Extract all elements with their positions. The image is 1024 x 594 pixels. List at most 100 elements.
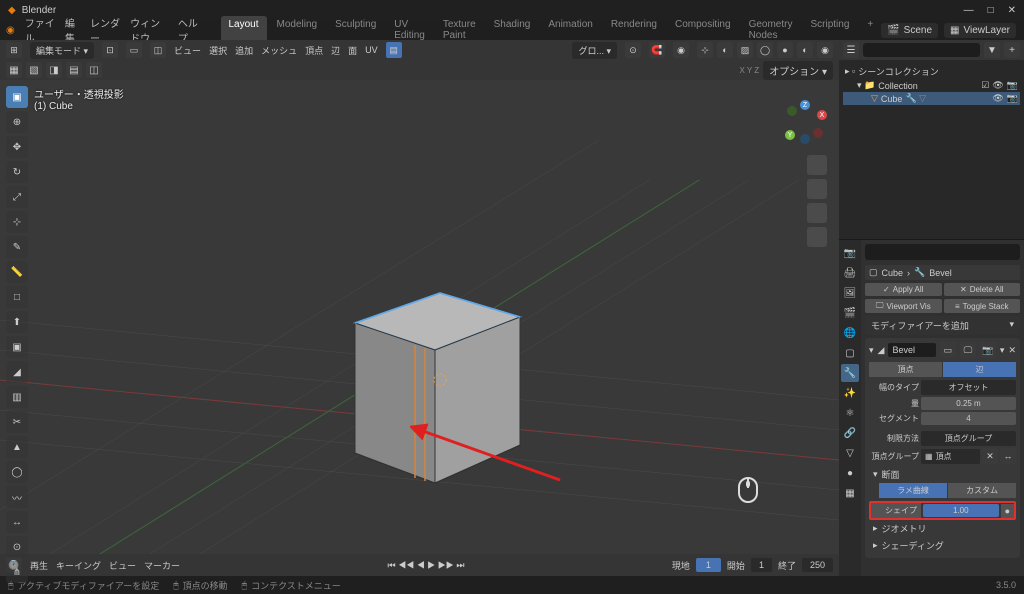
tool-loopcut[interactable]: ▥ <box>6 386 28 408</box>
editor-type-icon[interactable]: ⊞ <box>6 42 22 58</box>
timeline-marker[interactable]: マーカー <box>144 559 180 572</box>
affect-vertex-button[interactable]: 頂点 <box>869 362 942 377</box>
add-modifier-dropdown[interactable]: モディファイアーを追加 ▾ <box>865 316 1020 335</box>
props-tab-material[interactable]: ● <box>841 464 859 482</box>
segments-value[interactable]: 4 <box>921 412 1016 425</box>
props-tab-view[interactable]: 🖼 <box>841 284 859 302</box>
dropdown-icon[interactable]: ▾ <box>1000 345 1005 356</box>
tool-add-cube[interactable]: □ <box>6 286 28 308</box>
affect-edge-button[interactable]: 辺 <box>943 362 1016 377</box>
cube-row[interactable]: ▽ Cube 🔧 ▽ 👁 📷 <box>843 92 1020 105</box>
timeline-keying[interactable]: キーイング <box>56 559 101 572</box>
select-mode-face-icon[interactable]: ◫ <box>150 42 166 58</box>
eye-icon[interactable]: 👁 <box>992 80 1003 91</box>
gizmo-neg-y-icon[interactable] <box>787 106 797 116</box>
close-button[interactable]: ✕ <box>1008 5 1016 16</box>
render-icon[interactable]: 📷 <box>1007 93 1018 104</box>
tool-rotate[interactable]: ↻ <box>6 161 28 183</box>
header-icon-5[interactable]: ◫ <box>86 62 102 78</box>
tool-move[interactable]: ✥ <box>6 136 28 158</box>
shading-matcap-icon[interactable]: ◐ <box>797 42 813 58</box>
eye-icon[interactable]: 👁 <box>992 93 1003 104</box>
header-icon-4[interactable]: ▤ <box>66 62 82 78</box>
gizmo-y-icon[interactable]: Y <box>785 130 795 140</box>
viewport-vis-button[interactable]: 🖵Viewport Vis <box>865 299 942 313</box>
render-icon[interactable]: 📷 <box>1007 80 1018 91</box>
close-icon[interactable]: ✕ <box>1008 345 1016 356</box>
geometry-section[interactable]: ▸ ジオメトリ <box>869 520 1016 537</box>
overlay-toggle-icon[interactable]: ◐ <box>717 42 733 58</box>
proportional-icon[interactable]: ◉ <box>673 42 689 58</box>
tool-select-box[interactable]: ▣ <box>6 86 28 108</box>
jump-end-icon[interactable]: ⏭ <box>456 560 464 570</box>
3d-viewport[interactable]: ユーザー・透視投影 (1) Cube <box>0 80 839 554</box>
header-icon-3[interactable]: ◨ <box>46 62 62 78</box>
xray-icon[interactable]: ▨ <box>737 42 753 58</box>
mod-editmode-icon[interactable]: ▭ <box>940 342 956 358</box>
tool-spin[interactable]: ◯ <box>6 461 28 483</box>
props-tab-render[interactable]: 📷 <box>841 244 859 262</box>
props-tab-data[interactable]: ▽ <box>841 444 859 462</box>
tool-inset[interactable]: ▣ <box>6 336 28 358</box>
scene-collection-row[interactable]: ▸ ▫ シーンコレクション <box>843 64 1020 79</box>
apply-all-button[interactable]: ✓Apply All <box>865 283 942 296</box>
options-dropdown[interactable]: オプション ▾ <box>763 61 833 80</box>
outliner-editor-icon[interactable]: ☰ <box>843 42 859 58</box>
collection-row[interactable]: ▾ 📁 Collection ☑ 👁 📷 <box>843 79 1020 92</box>
gizmo-neg-z-icon[interactable] <box>800 134 810 144</box>
props-tab-texture[interactable]: ▦ <box>841 484 859 502</box>
mod-display-icon[interactable]: 🖵 <box>960 342 976 358</box>
tool-rip[interactable]: ⋔ <box>6 561 28 583</box>
amount-value[interactable]: 0.25 m <box>921 397 1016 410</box>
gizmo-z-icon[interactable]: Z <box>800 100 810 110</box>
vgroup-invert-icon[interactable]: ↔ <box>1000 448 1016 464</box>
play-reverse-icon[interactable]: ◀ <box>417 560 425 570</box>
props-tab-constraint[interactable]: 🔗 <box>841 424 859 442</box>
gizmo-toggle-icon[interactable]: ⊹ <box>697 42 713 58</box>
timeline-view[interactable]: ビュー <box>109 559 136 572</box>
tool-measure[interactable]: 📏 <box>6 261 28 283</box>
props-tab-object[interactable]: ▢ <box>841 344 859 362</box>
tool-annotate[interactable]: ✎ <box>6 236 28 258</box>
pan-icon[interactable] <box>807 179 827 199</box>
profile-super-button[interactable]: ラメ曲線 <box>879 483 947 498</box>
shape-value[interactable]: 1.00 <box>923 504 999 517</box>
shading-section[interactable]: ▸ シェーディング <box>869 537 1016 554</box>
filter-icon[interactable]: ▼ <box>984 42 1000 58</box>
menu-uv[interactable]: UV <box>365 45 378 55</box>
current-frame[interactable]: 1 <box>696 558 721 572</box>
tool-scale[interactable]: ⤢ <box>6 186 28 208</box>
orientation-dropdown[interactable]: グロ... ▾ <box>572 42 617 59</box>
delete-all-button[interactable]: ✕Delete All <box>944 283 1021 296</box>
next-keyframe-icon[interactable]: ▶▶ <box>438 560 454 570</box>
tool-bevel[interactable]: ◢ <box>6 361 28 383</box>
props-tab-world[interactable]: 🌐 <box>841 324 859 342</box>
props-tab-physics[interactable]: ⚛ <box>841 404 859 422</box>
play-icon[interactable]: ▶ <box>427 560 435 570</box>
props-tab-scene[interactable]: 🎬 <box>841 304 859 322</box>
gizmo-neg-x-icon[interactable] <box>813 128 823 138</box>
select-mode-edge-icon[interactable]: ▭ <box>126 42 142 58</box>
outliner-search[interactable] <box>863 43 980 57</box>
shading-wire-icon[interactable]: ◯ <box>757 42 773 58</box>
snap-icon[interactable]: 🧲 <box>649 42 665 58</box>
tool-knife[interactable]: ✂ <box>6 411 28 433</box>
zoom-icon[interactable] <box>807 155 827 175</box>
width-type-value[interactable]: オフセット <box>921 380 1016 395</box>
camera-view-icon[interactable] <box>807 203 827 223</box>
profile-custom-button[interactable]: カスタム <box>948 483 1016 498</box>
props-search[interactable] <box>865 244 1020 260</box>
shape-anim-icon[interactable]: ● <box>1001 504 1014 518</box>
menu-add[interactable]: 追加 <box>235 44 253 57</box>
shading-solid-icon[interactable]: ● <box>777 42 793 58</box>
select-mode-vertex-icon[interactable]: ⊡ <box>102 42 118 58</box>
viewlayer-selector[interactable]: ▦ ViewLayer <box>944 23 1016 38</box>
shading-render-icon[interactable]: ◉ <box>817 42 833 58</box>
menu-vertex[interactable]: 頂点 <box>305 44 323 57</box>
start-frame[interactable]: 1 <box>751 558 772 572</box>
tool-transform[interactable]: ⊹ <box>6 211 28 233</box>
header-icon-1[interactable]: ▦ <box>6 62 22 78</box>
uv-sync-icon[interactable]: ▤ <box>386 42 402 58</box>
timeline-playback[interactable]: 再生 <box>30 559 48 572</box>
menu-edge[interactable]: 辺 <box>331 44 340 57</box>
